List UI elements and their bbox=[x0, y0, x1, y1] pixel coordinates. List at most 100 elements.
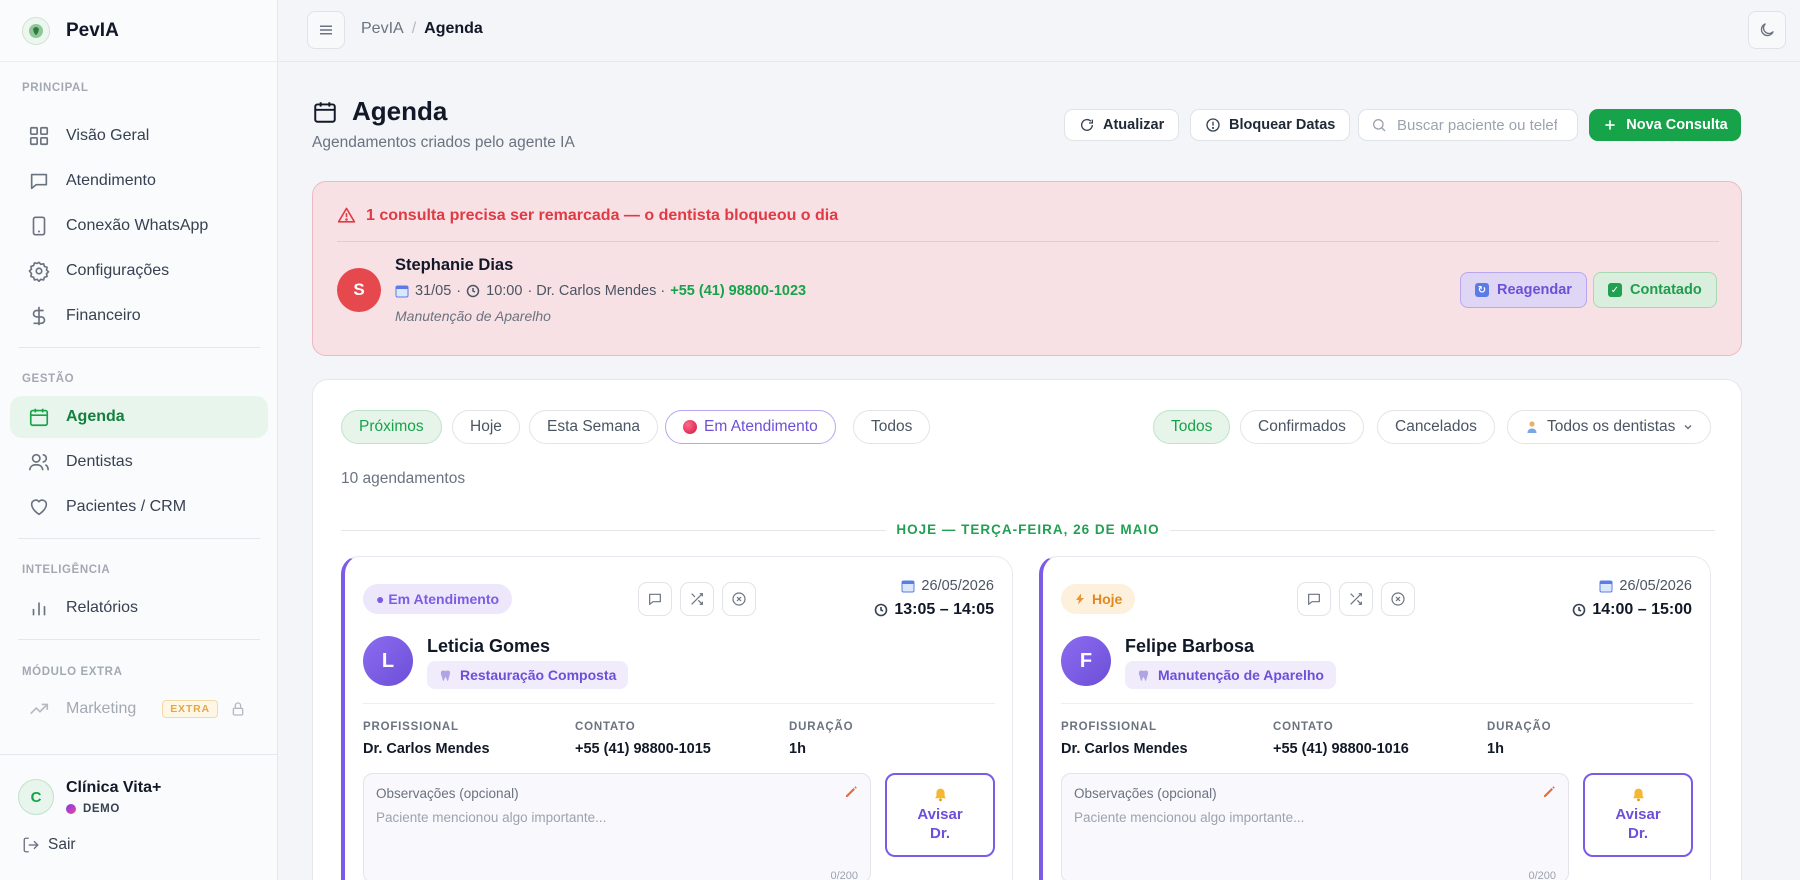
logout-button[interactable]: Sair bbox=[22, 836, 76, 854]
patient-name: Leticia Gomes bbox=[427, 636, 551, 656]
status-badge: Hoje bbox=[1061, 584, 1136, 614]
appointment-time: 13:05 – 14:05 bbox=[874, 601, 994, 619]
cancel-appointment-button[interactable] bbox=[1381, 582, 1415, 616]
transfer-button[interactable] bbox=[680, 582, 714, 616]
contacted-label: Contatado bbox=[1630, 282, 1702, 298]
filter-em-atendimento[interactable]: Em Atendimento bbox=[665, 410, 836, 444]
reschedule-button[interactable]: ↻ Reagendar bbox=[1460, 272, 1587, 308]
clinic-profile[interactable]: C Clínica Vita+ DEMO bbox=[0, 754, 278, 880]
filter-status-confirmados[interactable]: Confirmados bbox=[1240, 410, 1364, 444]
duration-value: 1h bbox=[789, 741, 806, 757]
tooth-icon bbox=[1138, 669, 1149, 681]
appointment-card: Hoje 26/05/2026 14:00 – 15:00 F Felipe B… bbox=[1039, 556, 1711, 880]
chevron-down-icon bbox=[1684, 424, 1692, 430]
sidebar-item-dentistas[interactable]: Dentistas bbox=[10, 441, 268, 483]
menu-toggle-button[interactable] bbox=[307, 11, 345, 49]
message-button[interactable] bbox=[638, 582, 672, 616]
notes-input[interactable] bbox=[376, 810, 856, 860]
gear-icon bbox=[28, 261, 50, 282]
duration-label: DURAÇÃO bbox=[1487, 721, 1552, 733]
professional-label: PROFISSIONAL bbox=[363, 721, 459, 733]
filter-status-cancelados[interactable]: Cancelados bbox=[1377, 410, 1495, 444]
contact-value: +55 (41) 98800-1015 bbox=[575, 741, 711, 757]
notes-box: Observações (opcional) 0/200 bbox=[363, 773, 871, 880]
dollar-icon bbox=[32, 306, 46, 326]
block-dates-label: Bloquear Datas bbox=[1229, 117, 1336, 133]
filter-todos-periodo[interactable]: Todos bbox=[853, 410, 931, 444]
notify-doctor-button[interactable]: Avisar Dr. bbox=[1583, 773, 1693, 857]
sidebar-item-marketing[interactable]: Marketing EXTRA bbox=[10, 688, 268, 730]
alert-time: 10:00 bbox=[486, 283, 523, 299]
sidebar-item-label: Pacientes / CRM bbox=[66, 498, 187, 515]
sidebar-item-atendimento[interactable]: Atendimento bbox=[10, 160, 268, 202]
notify-doctor-button[interactable]: Avisar Dr. bbox=[885, 773, 995, 857]
sidebar-item-financeiro[interactable]: Financeiro bbox=[10, 295, 268, 337]
moon-icon bbox=[1760, 23, 1774, 37]
professional-value: Dr. Carlos Mendes bbox=[363, 741, 490, 757]
message-icon bbox=[1308, 593, 1320, 605]
contacted-button[interactable]: ✓ Contatado bbox=[1593, 272, 1717, 308]
alert-phone[interactable]: +55 (41) 98800-1023 bbox=[670, 283, 806, 299]
section-principal: PRINCIPAL bbox=[22, 82, 89, 94]
time-text: 14:00 – 15:00 bbox=[1592, 601, 1692, 618]
pencil-icon bbox=[1544, 786, 1555, 797]
sidebar-item-whatsapp[interactable]: Conexão WhatsApp bbox=[10, 205, 268, 247]
notify-label-line1: Avisar bbox=[917, 806, 963, 823]
appointments-panel: Próximos Hoje Esta Semana Em Atendimento… bbox=[312, 379, 1742, 880]
new-appointment-button[interactable]: Nova Consulta bbox=[1589, 109, 1741, 141]
dentist-select[interactable]: Todos os dentistas bbox=[1507, 410, 1712, 444]
theme-toggle-button[interactable] bbox=[1748, 11, 1786, 49]
sidebar-item-agenda[interactable]: Agenda bbox=[10, 396, 268, 438]
sidebar-item-label: Agenda bbox=[66, 408, 125, 425]
sidebar-item-pacientes[interactable]: Pacientes / CRM bbox=[10, 486, 268, 528]
alert-patient-meta: 31/05 · 10:00 · Dr. Carlos Mendes · +55 … bbox=[395, 283, 806, 299]
calendar-icon bbox=[29, 408, 49, 427]
cancel-appointment-button[interactable] bbox=[722, 582, 756, 616]
grid-icon bbox=[29, 126, 49, 146]
filter-status-todos[interactable]: Todos bbox=[1153, 410, 1231, 444]
topbar: PevIA / Agenda bbox=[279, 0, 1800, 62]
sidebar-item-configuracoes[interactable]: Configurações bbox=[10, 250, 268, 292]
x-circle-icon bbox=[732, 592, 746, 606]
new-appointment-label: Nova Consulta bbox=[1626, 117, 1728, 133]
notes-input[interactable] bbox=[1074, 810, 1554, 860]
plus-icon bbox=[1605, 120, 1615, 130]
clock-icon bbox=[875, 603, 888, 617]
brand[interactable]: PevIA bbox=[0, 0, 277, 62]
card-actions bbox=[1297, 582, 1423, 616]
sidebar-item-label: Atendimento bbox=[66, 172, 156, 189]
search-input[interactable] bbox=[1397, 116, 1557, 134]
shuffle-icon bbox=[1350, 593, 1362, 605]
breadcrumb-root[interactable]: PevIA bbox=[361, 20, 404, 38]
phone-icon bbox=[32, 216, 46, 236]
refresh-button[interactable]: Atualizar bbox=[1064, 109, 1180, 141]
filter-proximos[interactable]: Próximos bbox=[341, 410, 442, 444]
sidebar-divider bbox=[18, 538, 260, 539]
sidebar-item-relatorios[interactable]: Relatórios bbox=[10, 587, 268, 629]
lock-icon bbox=[232, 702, 244, 716]
filter-hoje[interactable]: Hoje bbox=[452, 410, 520, 444]
breadcrumb-current: Agenda bbox=[424, 20, 483, 37]
time-text: 13:05 – 14:05 bbox=[894, 601, 994, 618]
heart-icon bbox=[30, 499, 48, 516]
refresh-label: Atualizar bbox=[1103, 117, 1165, 133]
filter-esta-semana[interactable]: Esta Semana bbox=[529, 410, 659, 444]
alert-doctor: · Dr. Carlos Mendes · bbox=[527, 283, 666, 299]
search-box bbox=[1358, 109, 1578, 141]
alert-circle-icon bbox=[1206, 118, 1220, 132]
appointments-count: 10 agendamentos bbox=[341, 470, 466, 487]
sidebar-item-visao-geral[interactable]: Visão Geral bbox=[10, 115, 268, 157]
page-title: Agenda bbox=[352, 96, 448, 126]
block-dates-button[interactable]: Bloquear Datas bbox=[1190, 109, 1351, 141]
notes-char-count: 0/200 bbox=[830, 870, 858, 880]
procedure-badge: Manutenção de Aparelho bbox=[1125, 661, 1336, 689]
card-divider bbox=[363, 703, 995, 704]
transfer-button[interactable] bbox=[1339, 582, 1373, 616]
sidebar-divider bbox=[18, 639, 260, 640]
reschedule-label: Reagendar bbox=[1497, 282, 1572, 298]
section-gestao: GESTÃO bbox=[22, 373, 75, 385]
message-button[interactable] bbox=[1297, 582, 1331, 616]
sidebar-divider bbox=[18, 347, 260, 348]
notes-char-count: 0/200 bbox=[1528, 870, 1556, 880]
alert-divider bbox=[337, 241, 1719, 242]
